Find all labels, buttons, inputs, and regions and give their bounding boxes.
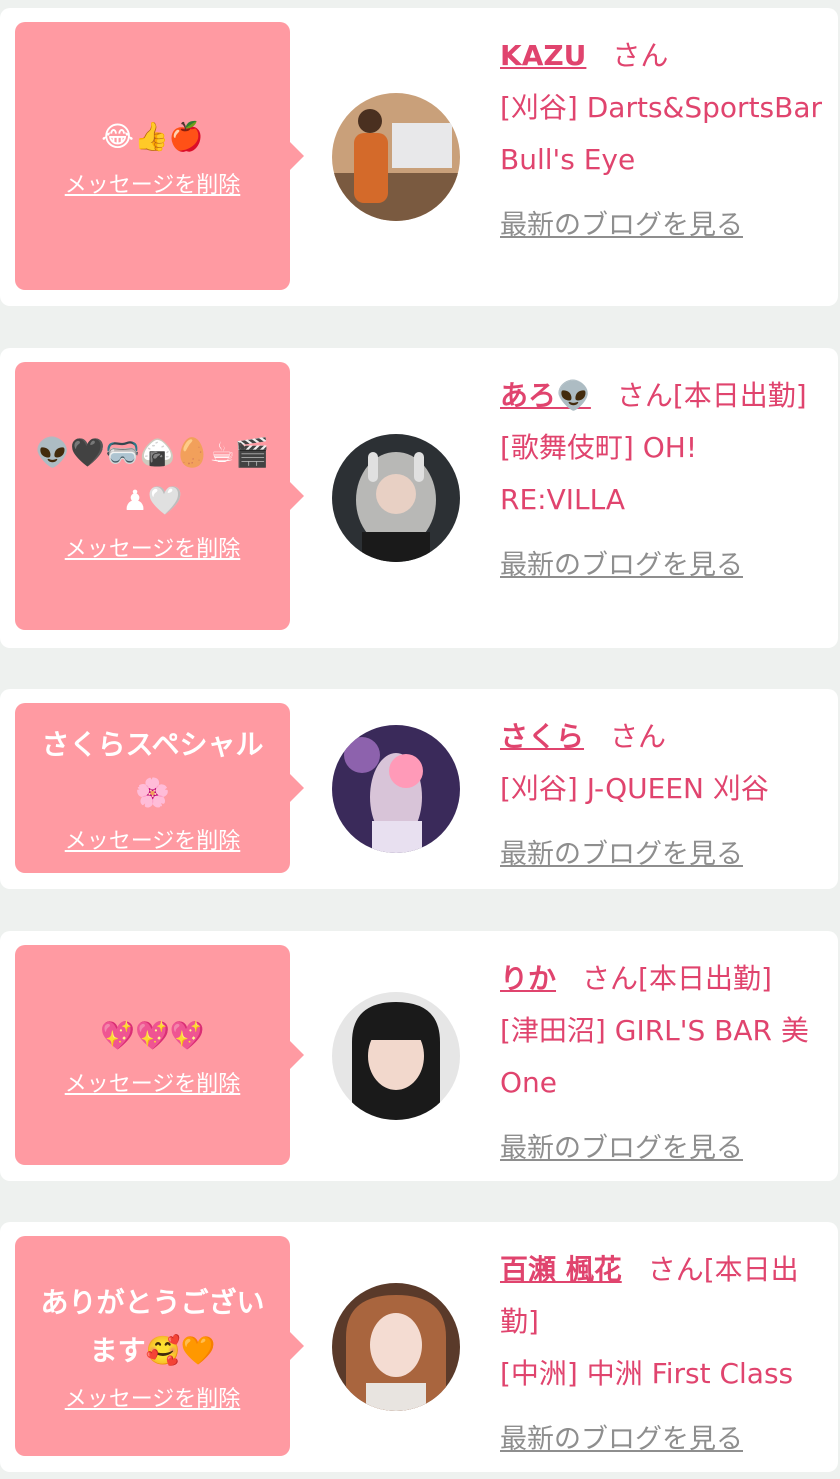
- message-card: さくらスペシャル🌸 メッセージを削除 さくら さん [刈谷] J-QUEEN 刈谷…: [0, 689, 838, 889]
- user-name-link[interactable]: あろ👽: [500, 379, 591, 412]
- message-card: 😂👍🍎 メッセージを削除 KAZU さん [刈谷] Darts&SportsBar…: [0, 8, 838, 306]
- message-card: ありがとうございます🥰🧡 メッセージを削除 百瀬 楓花 さん[本日出勤] [中洲]…: [0, 1222, 838, 1472]
- message-text: 😂👍🍎: [101, 120, 204, 153]
- user-name-link[interactable]: KAZU: [500, 39, 586, 72]
- delete-message-link[interactable]: メッセージを削除: [65, 531, 241, 563]
- shop-name: [津田沼] GIRL'S BAR 美One: [500, 1014, 809, 1099]
- latest-blog-link[interactable]: 最新のブログを見る: [500, 1123, 830, 1175]
- user-name-link[interactable]: 百瀬 楓花: [500, 1253, 622, 1286]
- message-bubble: 💖💖💖 メッセージを削除: [15, 945, 304, 1165]
- user-info: さくら さん [刈谷] J-QUEEN 刈谷 最新のブログを見る: [500, 711, 830, 881]
- shop-name: [刈谷] Darts&SportsBar Bull's Eye: [500, 91, 823, 176]
- message-list: 😂👍🍎 メッセージを削除 KAZU さん [刈谷] Darts&SportsBar…: [0, 0, 840, 1479]
- user-info: あろ👽 さん[本日出勤] [歌舞伎町] OH! RE:VILLA 最新のブログを見…: [500, 370, 830, 592]
- delete-message-link[interactable]: メッセージを削除: [65, 1381, 241, 1413]
- user-info: りか さん[本日出勤] [津田沼] GIRL'S BAR 美One 最新のブログを…: [500, 953, 830, 1175]
- message-bubble: 😂👍🍎 メッセージを削除: [15, 22, 304, 290]
- user-suffix: さん[本日出勤]: [616, 379, 807, 412]
- user-suffix: さん[本日出勤]: [582, 962, 772, 995]
- shop-name: [歌舞伎町] OH! RE:VILLA: [500, 431, 698, 516]
- latest-blog-link[interactable]: 最新のブログを見る: [500, 540, 830, 592]
- latest-blog-link[interactable]: 最新のブログを見る: [500, 1414, 830, 1466]
- message-text: さくらスペシャル🌸: [41, 728, 264, 809]
- avatar[interactable]: [332, 725, 460, 853]
- user-suffix: さん: [612, 39, 669, 72]
- avatar[interactable]: [332, 434, 460, 562]
- user-suffix: さん: [610, 720, 667, 753]
- avatar[interactable]: [332, 1283, 460, 1411]
- message-card: 💖💖💖 メッセージを削除 りか さん[本日出勤] [津田沼] GIRL'S BAR…: [0, 931, 838, 1181]
- user-info: 百瀬 楓花 さん[本日出勤] [中洲] 中洲 First Class 最新のブログ…: [500, 1244, 830, 1466]
- message-text: 👽🖤🥽🍙🥚☕🎬♟🤍: [35, 436, 270, 517]
- avatar[interactable]: [332, 93, 460, 221]
- message-bubble: さくらスペシャル🌸 メッセージを削除: [15, 703, 304, 873]
- user-info: KAZU さん [刈谷] Darts&SportsBar Bull's Eye 最…: [500, 30, 830, 252]
- latest-blog-link[interactable]: 最新のブログを見る: [500, 200, 830, 252]
- user-name-link[interactable]: さくら: [500, 720, 584, 753]
- avatar[interactable]: [332, 992, 460, 1120]
- delete-message-link[interactable]: メッセージを削除: [65, 823, 241, 855]
- delete-message-link[interactable]: メッセージを削除: [65, 1066, 241, 1098]
- shop-name: [刈谷] J-QUEEN 刈谷: [500, 772, 769, 805]
- user-name-link[interactable]: りか: [500, 962, 556, 995]
- message-text: 💖💖💖: [100, 1019, 205, 1052]
- delete-message-link[interactable]: メッセージを削除: [65, 167, 241, 199]
- message-text: ありがとうございます🥰🧡: [40, 1286, 265, 1367]
- shop-name: [中洲] 中洲 First Class: [500, 1357, 794, 1390]
- message-bubble: 👽🖤🥽🍙🥚☕🎬♟🤍 メッセージを削除: [15, 362, 304, 630]
- latest-blog-link[interactable]: 最新のブログを見る: [500, 829, 830, 881]
- message-bubble: ありがとうございます🥰🧡 メッセージを削除: [15, 1236, 304, 1456]
- message-card: 👽🖤🥽🍙🥚☕🎬♟🤍 メッセージを削除 あろ👽 さん[本日出勤] [歌舞伎町] OH…: [0, 348, 838, 648]
